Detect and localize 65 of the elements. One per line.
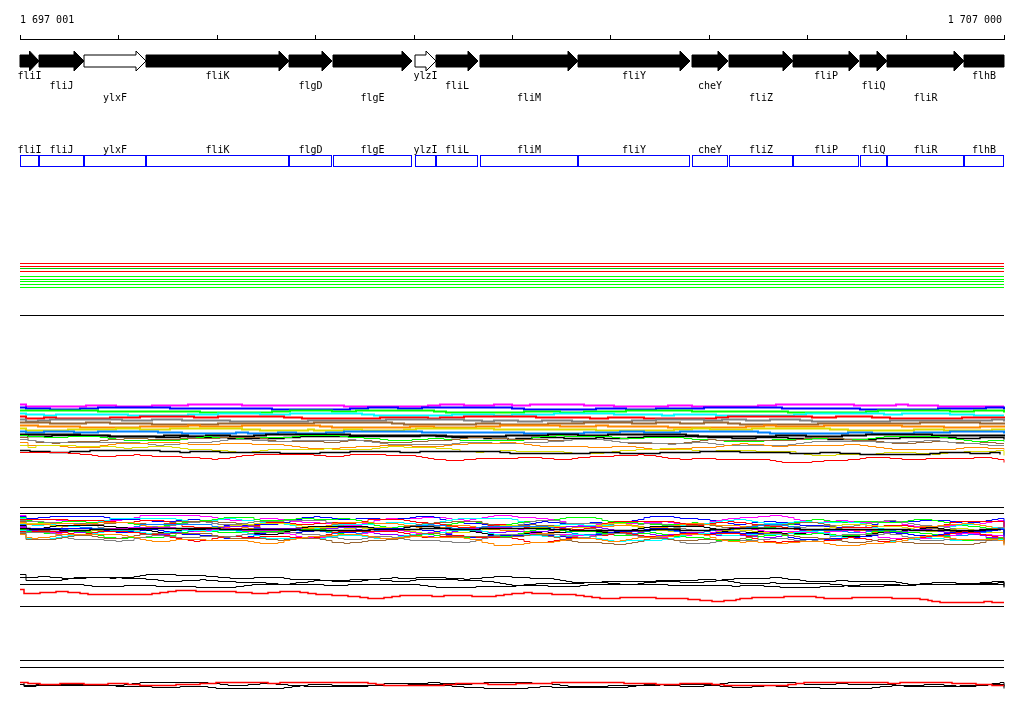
gene-box-label: flgD bbox=[298, 144, 323, 155]
gene-label: fliJ bbox=[49, 80, 74, 91]
gene-box-label: ylxF bbox=[102, 144, 128, 155]
gene-arrow[interactable] bbox=[19, 50, 40, 72]
gene-box-label: fliJ bbox=[49, 144, 74, 155]
gene-label: fliK bbox=[205, 70, 230, 81]
gene-box-label: flhB bbox=[971, 144, 997, 155]
gene-box-label: fliZ bbox=[748, 144, 774, 155]
gene-arrow[interactable] bbox=[83, 50, 147, 72]
gene-box-label: fliY bbox=[621, 144, 647, 155]
gene-arrow[interactable] bbox=[728, 50, 794, 72]
gene-box[interactable] bbox=[578, 155, 690, 167]
gene-box[interactable] bbox=[692, 155, 728, 167]
gene-label: fliZ bbox=[748, 92, 774, 103]
gene-box[interactable] bbox=[146, 155, 289, 167]
gene-label: fliP bbox=[813, 70, 839, 81]
gene-box-label: fliL bbox=[444, 144, 470, 155]
gene-box-label: fliR bbox=[913, 144, 938, 155]
gene-label: flgE bbox=[360, 92, 385, 103]
gene-box-label: fliI bbox=[17, 144, 42, 155]
gene-arrow[interactable] bbox=[792, 50, 860, 72]
gene-box[interactable] bbox=[333, 155, 412, 167]
gene-label: fliY bbox=[621, 70, 647, 81]
gene-arrow[interactable] bbox=[691, 50, 729, 72]
gene-arrow[interactable] bbox=[288, 50, 333, 72]
gene-arrow[interactable] bbox=[859, 50, 888, 72]
gene-box[interactable] bbox=[793, 155, 859, 167]
gene-box[interactable] bbox=[415, 155, 436, 167]
gene-arrow[interactable] bbox=[38, 50, 85, 72]
gene-box[interactable] bbox=[860, 155, 887, 167]
gene-box[interactable] bbox=[729, 155, 793, 167]
gene-box[interactable] bbox=[887, 155, 964, 167]
gene-box[interactable] bbox=[964, 155, 1004, 167]
gene-arrow[interactable] bbox=[479, 50, 579, 72]
gene-box-label: ylzI bbox=[413, 144, 438, 155]
gene-box-label: fliK bbox=[205, 144, 230, 155]
gene-label: fliM bbox=[516, 92, 542, 103]
gene-arrow[interactable] bbox=[145, 50, 290, 72]
gene-label: ylxF bbox=[102, 92, 128, 103]
position-label: 1 707 000 bbox=[947, 14, 1002, 25]
gene-label: fliR bbox=[913, 92, 938, 103]
gene-box[interactable] bbox=[84, 155, 146, 167]
gene-box[interactable] bbox=[289, 155, 332, 167]
gene-label: ylzI bbox=[413, 70, 438, 81]
gene-box-label: fliM bbox=[516, 144, 542, 155]
gene-arrow[interactable] bbox=[577, 50, 691, 72]
gene-box[interactable] bbox=[39, 155, 84, 167]
gene-box-label: fliQ bbox=[861, 144, 886, 155]
gene-box-label: fliP bbox=[813, 144, 839, 155]
gene-box-label: flgE bbox=[360, 144, 385, 155]
gene-box[interactable] bbox=[480, 155, 578, 167]
gene-arrow[interactable] bbox=[414, 50, 437, 72]
gene-arrow[interactable] bbox=[886, 50, 965, 72]
gene-label: cheY bbox=[697, 80, 723, 91]
gene-label: flhB bbox=[971, 70, 997, 81]
position-label: 1 697 001 bbox=[20, 14, 75, 25]
gene-label: flgD bbox=[298, 80, 323, 91]
gene-label: fliQ bbox=[861, 80, 886, 91]
gene-label: fliL bbox=[444, 80, 470, 91]
gene-arrow[interactable] bbox=[435, 50, 479, 72]
gene-box[interactable] bbox=[20, 155, 39, 167]
gene-box[interactable] bbox=[436, 155, 478, 167]
gene-box-label: cheY bbox=[697, 144, 723, 155]
gene-arrow[interactable] bbox=[332, 50, 413, 72]
gene-label: fliI bbox=[17, 70, 42, 81]
